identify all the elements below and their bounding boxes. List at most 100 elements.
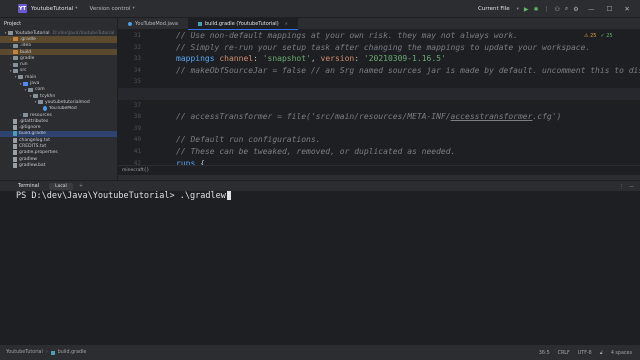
tree-item[interactable]: gradlew.bat bbox=[0, 162, 117, 168]
tree-item-label: changelog.txt bbox=[19, 137, 51, 143]
code-editor[interactable]: 313233343536373839404142 // Use non-defa… bbox=[118, 30, 640, 165]
line-number: 42 bbox=[133, 159, 141, 165]
tree-item-label: build.gradle bbox=[19, 131, 46, 137]
folder-icon bbox=[13, 43, 18, 48]
minimize-icon[interactable]: — bbox=[629, 184, 634, 190]
folder-icon bbox=[38, 100, 43, 105]
tab-build-gradle[interactable]: build.gradle (YoutubeTutorial) ✕ bbox=[187, 18, 298, 30]
editor-breadcrumb[interactable]: minecraft{} bbox=[118, 165, 640, 175]
line-separator[interactable]: CRLF bbox=[558, 351, 570, 356]
java-class-icon bbox=[43, 106, 47, 112]
folder-icon bbox=[13, 68, 18, 73]
tree-item-label: gradlew bbox=[19, 156, 38, 162]
people-icon[interactable]: ⚇ bbox=[555, 6, 560, 13]
tree-item-label: gradle bbox=[20, 55, 35, 61]
folder-icon bbox=[13, 50, 18, 55]
project-path: D:\dev\Java\YoutubeTutorial bbox=[52, 30, 115, 36]
project-tree: ▾ YoutubeTutorial D:\dev\Java\YoutubeTutor… bbox=[0, 30, 117, 169]
tree-item-label: .gradle bbox=[20, 36, 36, 42]
tree-item-label: run bbox=[20, 62, 28, 68]
tab-label: YouTubeMod.java bbox=[135, 21, 178, 27]
window-controls: — ☐ ✕ bbox=[588, 0, 630, 18]
gradle-file-icon bbox=[13, 131, 17, 137]
minimize-icon[interactable]: — bbox=[588, 5, 595, 13]
tree-item-label: main bbox=[25, 74, 37, 80]
tree-item-label: .idea bbox=[20, 43, 32, 49]
folder-icon bbox=[13, 62, 18, 67]
code-line: // makeObfSourceJar = false // an Srg na… bbox=[176, 65, 640, 75]
terminal-prompt: PS D:\dev\Java\YoutubeTutorial> bbox=[16, 191, 180, 201]
code-line: runs { bbox=[176, 158, 205, 165]
run-icon[interactable]: ▶ bbox=[524, 6, 529, 13]
ok-count[interactable]: ✓ 25 bbox=[600, 33, 612, 39]
tree-item-label: tcykhn bbox=[40, 93, 56, 99]
tree-item-label: CREDITS.txt bbox=[19, 143, 47, 149]
line-number: 38 bbox=[133, 113, 141, 121]
code-line: // These can be tweaked, removed, or dup… bbox=[176, 146, 456, 156]
terminal-title: Terminal bbox=[18, 183, 40, 189]
folder-icon bbox=[23, 113, 28, 117]
line-number: 37 bbox=[133, 101, 141, 109]
status-breadcrumb: YoutubeTutorial › build.gradle bbox=[6, 350, 86, 355]
folder-icon bbox=[18, 75, 23, 80]
indent-setting[interactable]: 4 spaces bbox=[611, 351, 632, 356]
terminal-tab-local[interactable]: Local bbox=[49, 182, 73, 190]
gradle-file-icon bbox=[197, 21, 202, 26]
project-panel-title[interactable]: Project bbox=[0, 18, 117, 30]
tree-item-label: gradle.properties bbox=[19, 150, 58, 156]
chevron-down-icon[interactable]: ▾ bbox=[133, 6, 135, 11]
java-file-icon bbox=[128, 22, 132, 26]
chevron-down-icon[interactable]: ▾ bbox=[517, 7, 519, 12]
folder-icon bbox=[13, 56, 18, 61]
line-number: 32 bbox=[133, 43, 141, 51]
close-icon[interactable]: ✕ bbox=[624, 5, 629, 13]
status-right: 36:5 CRLF UTF-8 🔓︎ 4 spaces bbox=[539, 345, 632, 360]
file-icon bbox=[13, 150, 17, 156]
terminal-header: Terminal Local + ⋮ — bbox=[0, 180, 640, 191]
tree-item[interactable]: ▾ YoutubeTutorial D:\dev\Java\YoutubeTutor… bbox=[0, 30, 117, 36]
chevron-down-icon[interactable]: ▾ bbox=[75, 6, 77, 11]
warning-count[interactable]: ⚠ 25 bbox=[584, 33, 596, 39]
tab-youtubemod-java[interactable]: YouTubeMod.java bbox=[118, 18, 188, 30]
caret-position[interactable]: 36:5 bbox=[539, 351, 550, 356]
search-icon[interactable]: ⌕ bbox=[565, 5, 568, 13]
ide-window: YT YoutubeTutorial ▾ Version control ▾ C… bbox=[0, 0, 640, 360]
status-crumb-project[interactable]: YoutubeTutorial bbox=[6, 350, 43, 355]
line-number: 39 bbox=[133, 124, 141, 132]
chevron-right-icon: › bbox=[45, 350, 48, 355]
add-terminal-button[interactable]: + bbox=[79, 183, 83, 189]
project-logo-icon: YT bbox=[18, 4, 27, 13]
run-config-selector[interactable]: Current File bbox=[478, 6, 510, 12]
tree-item-label: .gitattributes bbox=[19, 118, 49, 124]
tab-label: build.gradle (YoutubeTutorial) bbox=[204, 20, 279, 27]
editor-tabs: YouTubeMod.java build.gradle (YoutubeTut… bbox=[118, 18, 640, 30]
close-icon[interactable]: ✕ bbox=[285, 21, 288, 26]
status-bar: YoutubeTutorial › build.gradle 36:5 CRLF… bbox=[0, 344, 640, 360]
project-switcher[interactable]: YoutubeTutorial bbox=[31, 6, 73, 12]
project-panel: Project ▾ YoutubeTutorial D:\dev\Java\Yout… bbox=[0, 18, 118, 180]
file-icon bbox=[13, 143, 17, 149]
inspection-widget[interactable]: ⚠ 25 ✓ 25 bbox=[584, 33, 613, 39]
line-number: 41 bbox=[133, 147, 141, 155]
gear-icon[interactable]: ⚙ bbox=[573, 6, 578, 13]
lock-icon[interactable]: 🔓︎ bbox=[600, 350, 603, 356]
maximize-icon[interactable]: ☐ bbox=[607, 5, 613, 13]
run-toolbar: Current File ▾ ▶ ✱ ⋮ ⚇ ⌕ ⚙ bbox=[478, 0, 579, 18]
terminal-command[interactable]: .\gradlew bbox=[180, 191, 226, 201]
debug-icon[interactable]: ✱ bbox=[534, 6, 539, 13]
terminal-prompt-line[interactable]: PS D:\dev\Java\YoutubeTutorial> .\gradle… bbox=[16, 191, 231, 202]
terminal-panel[interactable]: PS D:\dev\Java\YoutubeTutorial> .\gradle… bbox=[0, 191, 640, 344]
file-icon bbox=[13, 118, 17, 124]
file-encoding[interactable]: UTF-8 bbox=[578, 351, 592, 356]
tree-item-label: build bbox=[20, 49, 32, 55]
more-icon[interactable]: ⋮ bbox=[544, 6, 550, 13]
text-cursor bbox=[226, 191, 231, 200]
version-control-menu[interactable]: Version control bbox=[89, 6, 130, 12]
status-crumb-file[interactable]: build.gradle bbox=[58, 350, 87, 355]
tree-item-label: youtubetutorialmod bbox=[45, 99, 90, 105]
folder-icon bbox=[13, 37, 18, 42]
line-number: 35 bbox=[133, 78, 141, 86]
code-content[interactable]: // Use non-default mappings at your own … bbox=[118, 30, 640, 165]
more-icon[interactable]: ⋮ bbox=[619, 184, 624, 190]
title-bar: YT YoutubeTutorial ▾ Version control ▾ C… bbox=[0, 0, 640, 18]
